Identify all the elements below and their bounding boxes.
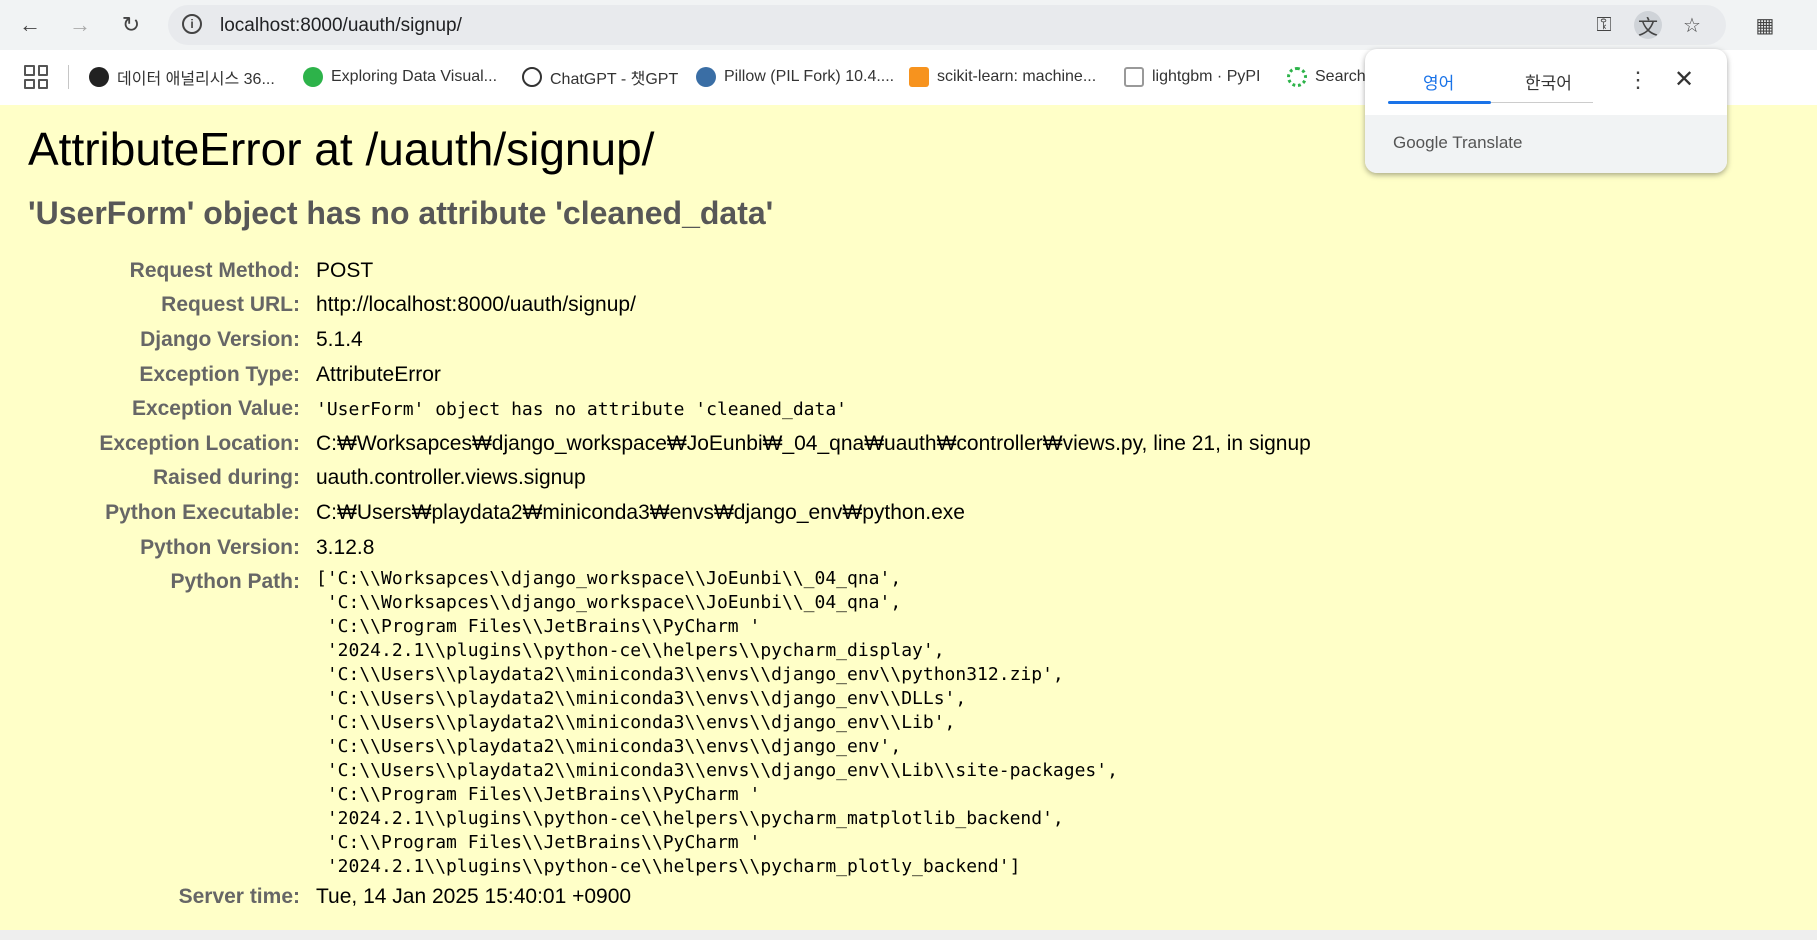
bookmark-item[interactable]: Pillow (PIL Fork) 10.4.... xyxy=(696,64,894,90)
meta-label: Python Path: xyxy=(170,570,301,593)
close-icon[interactable]: ✕ xyxy=(1674,65,1694,94)
bookmark-label: ChatGPT - 챗GPT xyxy=(550,71,679,88)
meta-value: C:₩Users₩playdata2₩miniconda3₩envs₩djang… xyxy=(316,501,965,524)
bookmark-star-icon[interactable]: ☆ xyxy=(1678,11,1706,39)
meta-label: Exception Type: xyxy=(139,363,300,386)
bookmark-item[interactable]: 데이터 애널리시스 36... xyxy=(89,64,275,90)
bookmark-item[interactable]: Exploring Data Visual... xyxy=(303,64,497,90)
meta-label: Django Version: xyxy=(140,328,300,351)
meta-label: Exception Value: xyxy=(131,397,300,420)
meta-label: Python Version: xyxy=(140,536,300,559)
python-path-list: ['C:\\Worksapces\\django_workspace\\JoEu… xyxy=(316,568,1118,877)
meta-value: 5.1.4 xyxy=(316,328,363,351)
address-bar[interactable]: i localhost:8000/uauth/signup/ ⚿ 文 ☆ xyxy=(168,5,1726,45)
bookmark-label: scikit-learn: machine... xyxy=(937,68,1097,85)
python-icon xyxy=(696,67,716,87)
back-arrow-icon[interactable]: ← xyxy=(14,9,46,41)
chatgpt-icon xyxy=(522,67,542,87)
meta-label: Server time: xyxy=(178,885,300,908)
next-section-edge xyxy=(0,930,1817,940)
translate-popup: 영어 한국어 ⋮ ✕ Google Translate xyxy=(1365,49,1727,173)
meta-value: POST xyxy=(316,259,374,282)
translate-icon[interactable]: 文 xyxy=(1634,11,1662,39)
browser-toolbar: ← → ↻ i localhost:8000/uauth/signup/ ⚿ 文… xyxy=(0,0,1817,50)
meta-value: uauth.controller.views.signup xyxy=(316,466,586,489)
bookmark-label: Pillow (PIL Fork) 10.4.... xyxy=(724,68,895,85)
bookmark-label: lightgbm · PyPI xyxy=(1152,68,1261,85)
meta-value: 'UserForm' object has no attribute 'clea… xyxy=(316,399,848,420)
bookmark-item[interactable]: ChatGPT - 챗GPT xyxy=(522,64,678,90)
chart-icon xyxy=(909,67,929,87)
active-tab-indicator xyxy=(1388,101,1491,104)
meta-label: Request Method: xyxy=(129,259,300,282)
reload-icon[interactable]: ↻ xyxy=(115,9,147,41)
meta-value: AttributeError xyxy=(316,363,441,386)
tab-target-language[interactable]: 한국어 xyxy=(1525,69,1572,94)
meta-label: Python Executable: xyxy=(105,501,300,524)
github-icon xyxy=(89,67,109,87)
meta-label: Raised during: xyxy=(152,466,300,489)
bookmark-item[interactable]: lightgbm · PyPI xyxy=(1124,64,1260,90)
meta-label: Request URL: xyxy=(161,293,300,316)
bookmarks-divider xyxy=(68,65,69,89)
meta-value: C:₩Worksapces₩django_workspace₩JoEunbi₩_… xyxy=(316,432,1311,455)
meta-label: Exception Location: xyxy=(99,432,300,455)
bookmark-item[interactable]: scikit-learn: machine... xyxy=(909,64,1096,90)
search-spinner-icon xyxy=(1287,67,1307,87)
google-translate-logo: Google Translate xyxy=(1393,133,1523,152)
bookmark-label: Search xyxy=(1315,68,1366,85)
site-info-icon[interactable]: i xyxy=(182,14,202,34)
meta-value: Tue, 14 Jan 2025 15:40:01 +0900 xyxy=(316,885,632,908)
meta-value: 3.12.8 xyxy=(316,536,375,559)
more-options-icon[interactable]: ⋮ xyxy=(1627,67,1649,93)
bookmark-label: 데이터 애널리시스 36... xyxy=(117,71,275,88)
forward-arrow-icon[interactable]: → xyxy=(64,9,96,41)
meta-value: http://localhost:8000/uauth/signup/ xyxy=(316,293,636,316)
tab-divider xyxy=(1491,102,1593,103)
bookmark-label: Exploring Data Visual... xyxy=(331,68,498,85)
tab-source-language[interactable]: 영어 xyxy=(1423,69,1454,94)
extensions-puzzle-icon[interactable]: ▦ xyxy=(1749,9,1781,41)
password-key-icon[interactable]: ⚿ xyxy=(1590,11,1618,39)
visualization-icon xyxy=(303,67,323,87)
apps-grid-icon[interactable] xyxy=(24,65,48,89)
bookmark-item[interactable]: Search xyxy=(1287,64,1366,90)
exception-message: 'UserForm' object has no attribute 'clea… xyxy=(28,195,774,231)
url-text[interactable]: localhost:8000/uauth/signup/ xyxy=(220,15,462,37)
page-title: AttributeError at /uauth/signup/ xyxy=(28,123,655,175)
package-icon xyxy=(1124,67,1144,87)
